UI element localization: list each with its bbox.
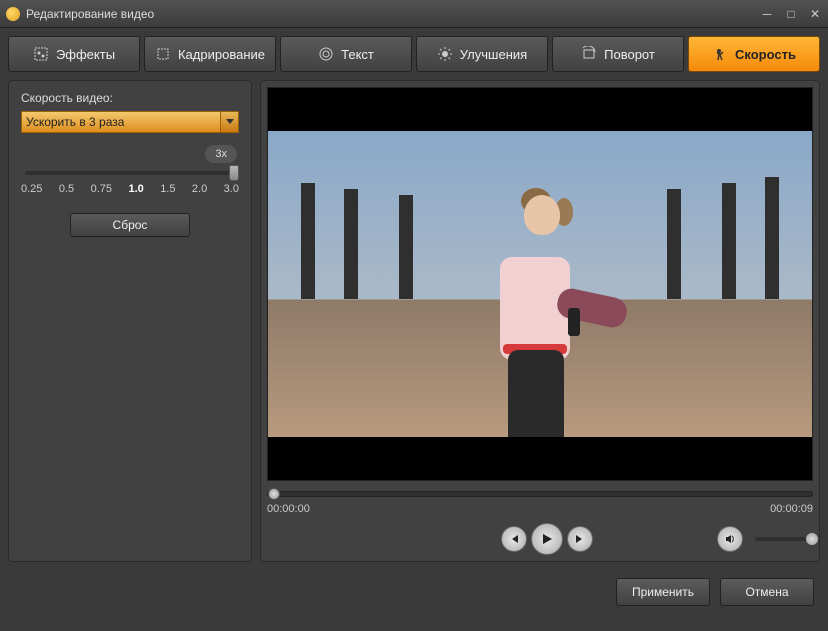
video-frame (268, 131, 812, 437)
time-current: 00:00:00 (267, 503, 310, 515)
tab-label: Текст (341, 47, 374, 62)
volume-slider[interactable] (755, 537, 813, 541)
speed-label: Скорость видео: (21, 91, 239, 105)
app-icon (6, 7, 20, 21)
tab-crop[interactable]: Кадрирование (144, 36, 276, 72)
slider-track[interactable] (25, 171, 235, 175)
speed-slider[interactable]: 3x 0.25 0.5 0.75 1.0 1.5 2.0 3.0 (21, 171, 239, 195)
speed-badge: 3x (205, 145, 237, 163)
time-total: 00:00:09 (770, 503, 813, 515)
crop-icon (155, 46, 171, 62)
timeline-thumb[interactable] (268, 488, 280, 500)
speed-dropdown[interactable]: Ускорить в 3 раза (21, 111, 239, 133)
window-title: Редактирование видео (26, 7, 760, 21)
speed-panel: Скорость видео: Ускорить в 3 раза 3x 0.2… (8, 80, 252, 562)
tab-speed[interactable]: Скорость (688, 36, 820, 72)
next-button[interactable] (567, 526, 593, 552)
play-button[interactable] (531, 523, 563, 555)
reset-button[interactable]: Сброс (70, 213, 190, 237)
tab-rotate[interactable]: Поворот (552, 36, 684, 72)
prev-button[interactable] (501, 526, 527, 552)
close-button[interactable]: ✕ (808, 7, 822, 21)
text-icon (318, 46, 334, 62)
timeline: 00:00:00 00:00:09 (267, 491, 813, 555)
footer: Применить Отмена (0, 570, 828, 618)
video-preview[interactable] (267, 87, 813, 481)
tab-label: Поворот (604, 47, 655, 62)
chevron-down-icon (220, 112, 238, 132)
preview-panel: 00:00:00 00:00:09 (260, 80, 820, 562)
enhance-icon (437, 46, 453, 62)
tab-effects[interactable]: Эффекты (8, 36, 140, 72)
tab-enhance[interactable]: Улучшения (416, 36, 548, 72)
volume-thumb[interactable] (806, 533, 818, 545)
tab-label: Улучшения (460, 47, 527, 62)
slider-ticks: 0.25 0.5 0.75 1.0 1.5 2.0 3.0 (21, 183, 239, 195)
play-icon (540, 532, 554, 546)
skip-forward-icon (574, 533, 586, 545)
apply-button[interactable]: Применить (616, 578, 710, 606)
titlebar: Редактирование видео ─ □ ✕ (0, 0, 828, 28)
volume-button[interactable] (717, 526, 743, 552)
speed-icon (712, 46, 728, 62)
tab-text[interactable]: Текст (280, 36, 412, 72)
slider-thumb[interactable] (229, 165, 239, 181)
minimize-button[interactable]: ─ (760, 7, 774, 21)
skip-back-icon (508, 533, 520, 545)
effects-icon (33, 46, 49, 62)
cancel-button[interactable]: Отмена (720, 578, 814, 606)
dropdown-value: Ускорить в 3 раза (26, 115, 124, 129)
rotate-icon (581, 46, 597, 62)
tab-label: Кадрирование (178, 47, 265, 62)
toolbar: Эффекты Кадрирование Текст Улучшения Пов… (0, 28, 828, 76)
tab-label: Скорость (735, 47, 796, 62)
tab-label: Эффекты (56, 47, 115, 62)
maximize-button[interactable]: □ (784, 7, 798, 21)
volume-icon (724, 533, 736, 545)
timeline-track[interactable] (267, 491, 813, 497)
